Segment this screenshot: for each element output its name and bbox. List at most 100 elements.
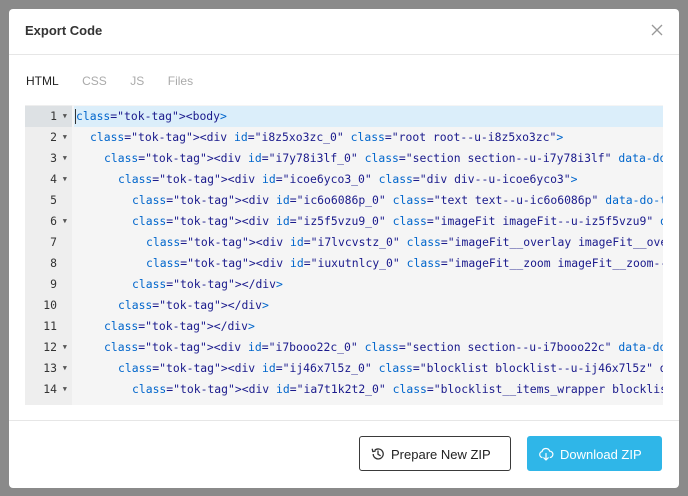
fold-toggle-icon[interactable]: ▼ [63, 148, 67, 169]
code-text: class="tok-tag"><div id="i7lvcvstz_0" cl… [146, 235, 663, 249]
line-number-cell: 6 ▼ [25, 211, 72, 232]
code-line[interactable]: 5 class="tok-tag"><div id="ic6o6086p_0" c… [25, 190, 663, 211]
line-number: 11 [43, 319, 57, 333]
line-number-cell: 12 ▼ [25, 337, 72, 358]
line-number: 5 [50, 193, 57, 207]
fold-toggle-icon[interactable]: ▼ [63, 106, 67, 127]
code-text-area: class="tok-tag"><div id="i1k4u7p9q_0" cl… [74, 400, 663, 405]
line-number-cell: 4 ▼ [25, 169, 72, 190]
fold-toggle-icon[interactable]: ▼ [63, 358, 67, 379]
line-number-cell: 8 [25, 253, 72, 274]
code-text-area: class="tok-tag"><div id="i7lvcvstz_0" cl… [74, 232, 663, 253]
history-icon [371, 448, 384, 460]
line-number: 3 [50, 151, 57, 165]
line-number-cell: 15 [25, 400, 72, 405]
line-number: 1 [50, 109, 57, 123]
code-text: class="tok-tag"></div> [132, 277, 283, 291]
code-line[interactable]: 14 ▼ class="tok-tag"><div id="ia7t1k2t2_0"… [25, 379, 663, 400]
code-text-area: class="tok-tag"><div id="icoe6yco3_0" cl… [74, 169, 663, 190]
code-text: class="tok-tag"></div> [118, 298, 269, 312]
code-text-area: class="tok-tag"><div id="ia7t1k2t2_0" cl… [74, 379, 663, 400]
code-line[interactable]: 11 class="tok-tag"></div> [25, 316, 663, 337]
tab-js[interactable]: JS [130, 74, 144, 88]
download-zip-button[interactable]: Download ZIP [527, 436, 662, 471]
code-line[interactable]: 13 ▼ class="tok-tag"><div id="ij46x7l5z_0"… [25, 358, 663, 379]
line-number-cell: 13 ▼ [25, 358, 72, 379]
code-text-area: class="tok-tag"><div id="ij46x7l5z_0" cl… [74, 358, 663, 379]
code-text: class="tok-tag"><div id="i8z5xo3zc_0" cl… [90, 130, 564, 144]
footer-divider [9, 420, 679, 421]
line-number: 10 [43, 298, 57, 312]
code-line[interactable]: 7 class="tok-tag"><div id="i7lvcvstz_0" c… [25, 232, 663, 253]
code-line[interactable]: 2 ▼ class="tok-tag"><div id="i8z5xo3zc_0" … [25, 127, 663, 148]
code-text-area: class="tok-tag"><body> [74, 106, 663, 127]
code-tabs: HTML CSS JS Files [26, 72, 212, 90]
line-number-cell: 10 [25, 295, 72, 316]
code-text: class="tok-tag"><div id="iuxutnlcy_0" cl… [146, 256, 663, 270]
line-number-cell: 1 ▼ [25, 106, 72, 127]
code-line[interactable]: 12 ▼ class="tok-tag"><div id="i7booo22c_0"… [25, 337, 663, 358]
code-text: class="tok-tag"><div id="icoe6yco3_0" cl… [118, 172, 578, 186]
code-text: class="tok-tag"><div id="i1k4u7p9q_0" cl… [146, 400, 663, 405]
code-text: class="tok-tag"><div id="ia7t1k2t2_0" cl… [132, 382, 663, 396]
code-line[interactable]: 4 ▼ class="tok-tag"><div id="icoe6yco3_0" … [25, 169, 663, 190]
code-text-area: class="tok-tag"></div> [74, 295, 663, 316]
line-number: 8 [50, 256, 57, 270]
code-text-area: class="tok-tag"><div id="iuxutnlcy_0" cl… [74, 253, 663, 274]
code-line[interactable]: 9 class="tok-tag"></div> [25, 274, 663, 295]
close-icon[interactable] [649, 22, 665, 38]
tab-css[interactable]: CSS [82, 74, 107, 88]
line-number-cell: 5 [25, 190, 72, 211]
code-text: class="tok-tag"></div> [104, 319, 255, 333]
line-number: 7 [50, 235, 57, 249]
tab-html[interactable]: HTML [26, 74, 59, 88]
line-number: 9 [50, 277, 57, 291]
line-number: 13 [43, 361, 57, 375]
fold-toggle-icon[interactable]: ▼ [63, 211, 67, 232]
fold-toggle-icon[interactable]: ▼ [63, 169, 67, 190]
fold-toggle-icon[interactable]: ▼ [63, 127, 67, 148]
download-zip-label: Download ZIP [560, 447, 642, 462]
code-line[interactable]: 1 ▼ class="tok-tag"><body> [25, 106, 663, 127]
export-code-modal: Export Code HTML CSS JS Files 1 ▼ class="t… [9, 9, 679, 488]
code-text: class="tok-tag"><div id="iz5f5vzu9_0" cl… [132, 214, 663, 228]
line-number: 2 [50, 130, 57, 144]
code-line[interactable]: 15 class="tok-tag"><div id="i1k4u7p9q_0" … [25, 400, 663, 405]
fold-toggle-icon[interactable]: ▼ [63, 379, 67, 400]
fold-toggle-icon[interactable]: ▼ [63, 337, 67, 358]
code-text-area: class="tok-tag"><div id="i7y78i3lf_0" cl… [74, 148, 663, 169]
line-number-cell: 7 [25, 232, 72, 253]
code-line[interactable]: 8 class="tok-tag"><div id="iuxutnlcy_0" c… [25, 253, 663, 274]
code-text: class="tok-tag"><div id="i7y78i3lf_0" cl… [104, 151, 663, 165]
code-text-area: class="tok-tag"><div id="iz5f5vzu9_0" cl… [74, 211, 663, 232]
code-text: class="tok-tag"><div id="ij46x7l5z_0" cl… [118, 361, 663, 375]
code-line[interactable]: 10 class="tok-tag"></div> [25, 295, 663, 316]
line-number-cell: 9 [25, 274, 72, 295]
line-number: 12 [43, 340, 57, 354]
line-number-cell: 11 [25, 316, 72, 337]
code-text-area: class="tok-tag"></div> [74, 316, 663, 337]
code-editor[interactable]: 1 ▼ class="tok-tag"><body> 2 ▼ class="tok-tag… [25, 105, 663, 405]
code-line[interactable]: 3 ▼ class="tok-tag"><div id="i7y78i3lf_0" … [25, 148, 663, 169]
line-number: 4 [50, 172, 57, 186]
prepare-new-zip-button[interactable]: Prepare New ZIP [359, 436, 511, 471]
modal-header: Export Code [9, 9, 679, 55]
code-text-area: class="tok-tag"><div id="i8z5xo3zc_0" cl… [74, 127, 663, 148]
line-number-cell: 3 ▼ [25, 148, 72, 169]
line-number: 15 [43, 400, 57, 405]
code-text: class="tok-tag"><body> [76, 109, 227, 123]
line-number-cell: 2 ▼ [25, 127, 72, 148]
modal-title: Export Code [25, 23, 103, 38]
code-text: class="tok-tag"><div id="ic6o6086p_0" cl… [132, 193, 663, 207]
line-number-cell: 14 ▼ [25, 379, 72, 400]
code-text-area: class="tok-tag"></div> [74, 274, 663, 295]
code-text-area: class="tok-tag"><div id="ic6o6086p_0" cl… [74, 190, 663, 211]
tab-files[interactable]: Files [168, 74, 193, 88]
cloud-download-icon [539, 447, 554, 461]
code-text-area: class="tok-tag"><div id="i7booo22c_0" cl… [74, 337, 663, 358]
code-text: class="tok-tag"><div id="i7booo22c_0" cl… [104, 340, 663, 354]
line-number: 6 [50, 214, 57, 228]
line-number: 14 [43, 382, 57, 396]
prepare-new-zip-label: Prepare New ZIP [391, 447, 491, 462]
code-line[interactable]: 6 ▼ class="tok-tag"><div id="iz5f5vzu9_0" … [25, 211, 663, 232]
